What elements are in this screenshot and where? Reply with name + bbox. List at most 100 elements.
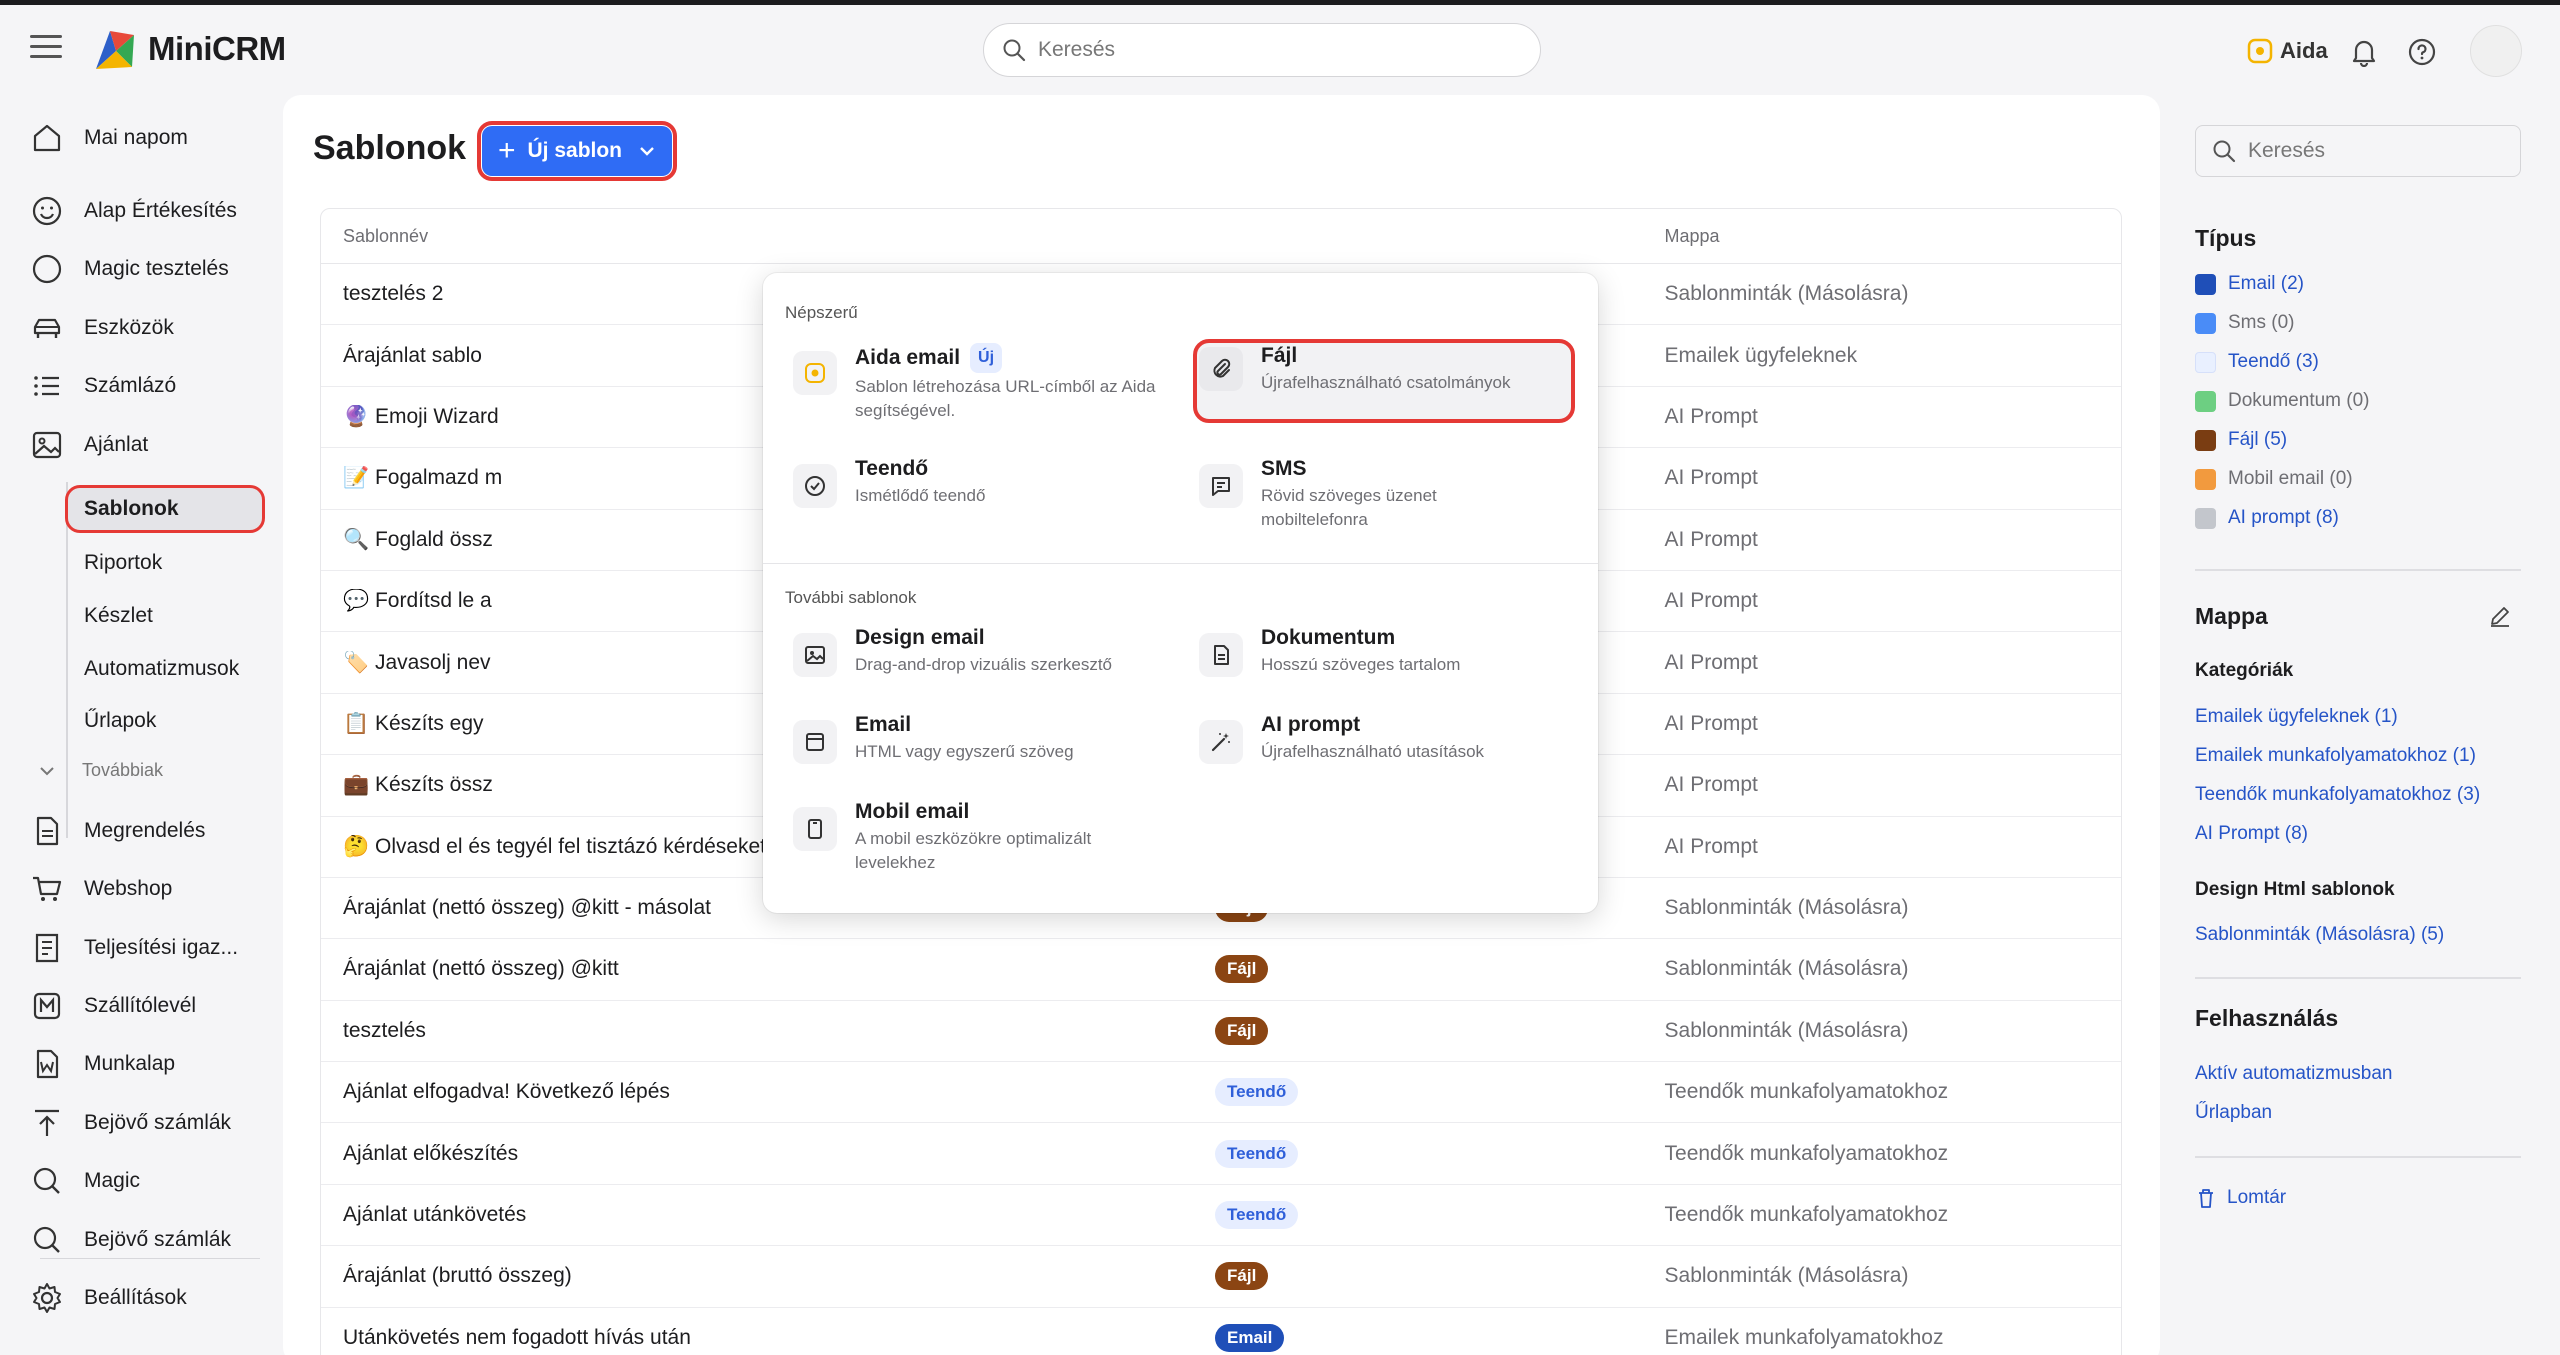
dropdown-item-desc: Drag-and-drop vizuális szerkesztő: [855, 655, 1112, 674]
sidebar-subitem-automatizmusok[interactable]: Automatizmusok: [68, 648, 262, 690]
table-row[interactable]: Árajánlat (bruttó összeg) Fájl Sablonmintá…: [321, 1246, 2121, 1308]
category-link[interactable]: Emailek munkafolyamatokhoz (1): [2195, 745, 2476, 767]
dropdown-item-design-email[interactable]: Design email Drag-and-drop vizuális szerk…: [793, 625, 1173, 677]
type-badge: Teendő: [1215, 1201, 1299, 1230]
table-row[interactable]: Ajánlat előkészítés Teendő Teendők munkafo…: [321, 1123, 2121, 1185]
dropdown-item-mobil-email[interactable]: Mobil email A mobil eszközökre optimalizá…: [793, 799, 1173, 875]
sidebar-item-mai-napom[interactable]: Mai napom: [30, 111, 270, 165]
sidebar-item-teljesitesi-igazolas[interactable]: Teljesítési igaz...: [30, 921, 270, 975]
paperclip-icon: [1199, 347, 1243, 391]
usage-link-form[interactable]: Űrlapban: [2195, 1102, 2272, 1124]
category-link[interactable]: AI Prompt (8): [2195, 823, 2308, 845]
dropdown-item-email[interactable]: Email HTML vagy egyszerű szöveg: [793, 712, 1173, 764]
help-icon[interactable]: [2408, 38, 2436, 66]
sidebar-subitem-sablonok[interactable]: Sablonok: [65, 485, 265, 533]
sidebar-item-magic[interactable]: Magic: [30, 1154, 270, 1208]
global-search-input[interactable]: [1038, 38, 1478, 62]
type-filter-item[interactable]: Fájl (5): [2195, 429, 2287, 451]
type-color-swatch: [2195, 507, 2216, 529]
bell-icon[interactable]: [2350, 37, 2378, 67]
sidebar-item-magic-teszteles[interactable]: Magic tesztelés: [30, 242, 270, 296]
column-header-folder[interactable]: Mappa: [1665, 226, 2121, 247]
type-filter-item[interactable]: Teendő (3): [2195, 351, 2319, 373]
menu-icon[interactable]: [30, 35, 62, 61]
dropdown-item-teendo[interactable]: Teendő Ismétlődő teendő: [793, 456, 1173, 508]
sidebar-item-label: Bejövő számlák: [84, 1111, 232, 1134]
sidebar-item-ajanlat[interactable]: Ajánlat: [30, 418, 270, 472]
panel-divider: [2195, 1156, 2521, 1158]
sidebar-item-megrendeles[interactable]: Megrendelés: [30, 804, 270, 858]
global-search[interactable]: [983, 23, 1541, 77]
type-filter-item[interactable]: Sms (0): [2195, 312, 2295, 334]
app-logo[interactable]: MiniCRM: [92, 25, 286, 73]
dropdown-item-ai-prompt[interactable]: AI prompt Újrafelhasználható utasítások: [1199, 712, 1579, 764]
type-filter-label: Email (2): [2228, 273, 2305, 294]
edit-icon[interactable]: [2489, 605, 2511, 627]
dropdown-item-desc: Rövid szöveges üzenet mobiltelefonra: [1261, 486, 1437, 529]
sidebar-item-label: Munkalap: [84, 1052, 176, 1075]
table-row[interactable]: tesztelés Fájl Sablonminták (Másolásra): [321, 1001, 2121, 1063]
column-header-name[interactable]: Sablonnév: [321, 226, 1215, 247]
sidebar-item-szallitolevel[interactable]: Szállítólevél: [30, 979, 270, 1033]
category-link[interactable]: Teendők munkafolyamatokhoz (3): [2195, 784, 2480, 806]
type-filter-item[interactable]: Mobil email (0): [2195, 468, 2353, 490]
scrollbar[interactable]: [2552, 10, 2560, 1355]
category-link[interactable]: Emailek ügyfeleknek (1): [2195, 706, 2398, 728]
dropdown-item-aida-email[interactable]: Aida email Új Sablon létrehozása URL-címbő…: [793, 343, 1173, 423]
page-title: Sablonok: [313, 129, 467, 167]
sidebar-item-label: Bejövő számlák: [84, 1228, 232, 1251]
dropdown-item-fajl[interactable]: Fájl Újrafelhasználható csatolmányok: [1199, 343, 1579, 395]
type-color-swatch: [2195, 351, 2216, 373]
dropdown-item-title: AI prompt: [1261, 713, 1361, 736]
sidebar-item-bejovo-szamlak[interactable]: Bejövő számlák: [30, 1096, 270, 1150]
magnifier-icon: [33, 1167, 60, 1194]
chevron-down-icon: [40, 766, 54, 775]
sidebar-item-beallitasok[interactable]: Beállítások: [30, 1271, 270, 1325]
filter-search[interactable]: [2195, 125, 2521, 177]
sidebar-more-label: Továbbiak: [82, 760, 164, 780]
dropdown-item-desc: Újrafelhasználható csatolmányok: [1261, 373, 1511, 392]
design-folder-link[interactable]: Sablonminták (Másolásra) (5): [2195, 924, 2444, 946]
type-filter-label: AI prompt (8): [2228, 507, 2339, 528]
table-row[interactable]: Ajánlat utánkövetés Teendő Teendők munkafo…: [321, 1185, 2121, 1247]
design-heading: Design Html sablonok: [2195, 879, 2395, 900]
template-folder: Sablonminták (Másolásra): [1664, 1018, 1909, 1042]
table-row[interactable]: Utánkövetés nem fogadott hívás után Email…: [321, 1308, 2121, 1355]
sidebar-subitem-riportok[interactable]: Riportok: [68, 542, 262, 584]
type-filter-item[interactable]: Email (2): [2195, 273, 2304, 295]
usage-link-automation[interactable]: Aktív automatizmusban: [2195, 1063, 2392, 1085]
sidebar-item-webshop[interactable]: Webshop: [30, 862, 270, 916]
sidebar-item-szamlazo[interactable]: Számlázó: [30, 359, 270, 413]
table-row[interactable]: Ajánlat elfogadva! Következő lépés Teendő…: [321, 1062, 2121, 1124]
filter-search-input[interactable]: [2248, 139, 2508, 163]
sidebar-item-label: Magic tesztelés: [84, 257, 229, 280]
type-filter-label: Fájl (5): [2228, 429, 2288, 450]
trash-link[interactable]: Lomtár: [2195, 1187, 2286, 1209]
dropdown-item-dokumentum[interactable]: Dokumentum Hosszú szöveges tartalom: [1199, 625, 1579, 677]
table-row[interactable]: Árajánlat (nettó összeg) @kitt Fájl Sablon…: [321, 939, 2121, 1001]
dropdown-item-sms[interactable]: SMS Rövid szöveges üzenet mobiltelefonra: [1199, 456, 1579, 532]
type-badge: Fájl: [1215, 1262, 1269, 1291]
template-type-cell: Teendő: [1215, 1078, 1665, 1107]
sidebar-subitem-urlapok[interactable]: Űrlapok: [68, 700, 262, 742]
sidebar-item-eszkozok[interactable]: Eszközök: [30, 301, 270, 355]
avatar[interactable]: [2470, 25, 2522, 77]
sidebar-item-label: Ajánlat: [84, 433, 149, 456]
type-filter-label: Mobil email (0): [2228, 468, 2353, 489]
sidebar-item-alap-ertekesites[interactable]: Alap Értékesítés: [30, 184, 270, 238]
template-folder: Sablonminták (Másolásra): [1664, 1264, 1909, 1288]
type-filter-item[interactable]: Dokumentum (0): [2195, 390, 2370, 412]
new-template-button[interactable]: + Új sablon: [477, 121, 677, 181]
type-filter-item[interactable]: AI prompt (8): [2195, 507, 2339, 529]
sidebar-more-toggle[interactable]: Továbbiak: [38, 760, 163, 781]
image-icon: [793, 633, 837, 677]
table-header: Sablonnév Mappa: [321, 209, 2121, 264]
aida-button[interactable]: Aida: [2246, 37, 2328, 65]
sidebar-subitem-keszlet[interactable]: Készlet: [68, 595, 262, 637]
main-card: Sablonok + Új sablon Sablonnév Mappa tes…: [283, 95, 2160, 1355]
new-badge: Új: [970, 343, 1003, 373]
panel-divider: [2195, 569, 2521, 571]
usage-heading: Felhasználás: [2195, 1005, 2339, 1031]
sidebar-item-munkalap[interactable]: Munkalap: [30, 1037, 270, 1091]
type-color-swatch: [2195, 429, 2216, 451]
